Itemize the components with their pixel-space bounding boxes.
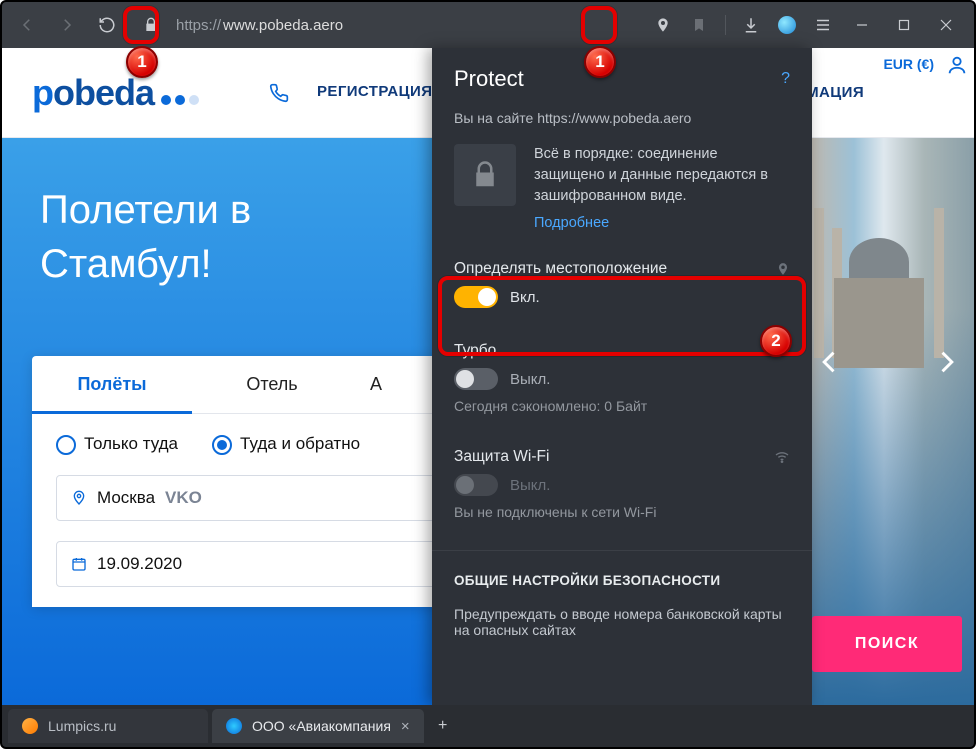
tab-hotel[interactable]: Отель (192, 356, 352, 413)
toolbar-divider (718, 8, 732, 42)
hero-line2: Стамбул! (40, 237, 251, 291)
hero-title: Полетели в Стамбул! (40, 183, 251, 291)
window-close[interactable] (926, 8, 966, 42)
date-from-value: 19.09.2020 (97, 554, 182, 574)
tab-pobeda[interactable]: ООО «Авиакомпания × (212, 709, 424, 743)
brand-dots-icon (161, 95, 199, 105)
reload-button[interactable] (90, 8, 124, 42)
protect-popup: Protect ? Вы на сайте https://www.pobeda… (432, 48, 812, 705)
lock-icon (454, 144, 516, 206)
bookmark-icon[interactable] (682, 8, 716, 42)
pin-icon (71, 490, 87, 506)
protect-title: Protect (454, 66, 524, 92)
protect-help-icon[interactable]: ? (781, 70, 790, 88)
turbo-toggle[interactable] (454, 368, 498, 390)
geolocation-title: Определять местоположение (454, 260, 667, 278)
currency-selector[interactable]: EUR (€) (883, 56, 934, 72)
calendar-icon (71, 556, 87, 572)
wifi-toggle (454, 474, 498, 496)
origin-code: VKO (165, 488, 202, 508)
turbo-saved: Сегодня сэкономлено: 0 Байт (454, 398, 790, 414)
radio-oneway[interactable]: Только туда (56, 434, 178, 455)
geolocation-state: Вкл. (510, 289, 540, 306)
tab-label: ООО «Авиакомпания (252, 718, 391, 734)
turbo-state: Выкл. (510, 371, 550, 388)
nav-register[interactable]: РЕГИСТРАЦИЯ (317, 83, 432, 103)
tab-label: Lumpics.ru (48, 718, 116, 734)
tab-close-button[interactable]: × (401, 718, 410, 735)
carousel-next-button[interactable] (922, 338, 970, 386)
profile-avatar[interactable] (770, 8, 804, 42)
radio-roundtrip[interactable]: Туда и обратно (212, 434, 360, 455)
protect-security-row: Всё в порядке: соединение защищено и дан… (454, 144, 790, 234)
origin-city: Москва (97, 488, 155, 508)
tab-auto[interactable]: А (352, 356, 412, 413)
setting-geolocation: Определять местоположение Вкл. (454, 252, 790, 316)
setting-wifi: Защита Wi-Fi Выкл. Вы не подключены к се… (454, 440, 790, 528)
browser-toolbar: https://www.pobeda.aero (2, 2, 974, 48)
geolocation-toggle[interactable] (454, 286, 498, 308)
wifi-state: Выкл. (510, 477, 550, 494)
favicon-icon (226, 718, 242, 734)
carousel-prev-button[interactable] (806, 338, 854, 386)
setting-turbo: Турбо Выкл. Сегодня сэкономлено: 0 Байт (454, 334, 790, 422)
general-security-title: ОБЩИЕ НАСТРОЙКИ БЕЗОПАСНОСТИ (454, 573, 790, 588)
search-button[interactable]: ПОИСК (812, 616, 962, 672)
new-tab-button[interactable]: + (428, 711, 458, 741)
account-icon[interactable] (946, 54, 968, 76)
step-badge-1: 1 (126, 46, 158, 78)
radio-oneway-label: Только туда (84, 434, 178, 453)
turbo-title: Турбо (454, 342, 496, 360)
brand-logo[interactable]: pobeda (32, 72, 199, 114)
card-warning-option[interactable]: Предупреждать о вводе номера банковской … (454, 606, 790, 638)
browser-menu-icon[interactable] (806, 8, 840, 42)
location-permission-icon[interactable] (646, 8, 680, 42)
protect-secure-msg: Всё в порядке: соединение защищено и дан… (534, 146, 768, 204)
radio-roundtrip-label: Туда и обратно (240, 434, 360, 453)
window-maximize[interactable] (884, 8, 924, 42)
tab-bar: Lumpics.ru ООО «Авиакомпания × + (2, 705, 974, 747)
window-minimize[interactable] (842, 8, 882, 42)
wifi-hint: Вы не подключены к сети Wi-Fi (454, 504, 790, 520)
pin-small-icon (776, 262, 790, 276)
main-nav: РЕГИСТРАЦИЯ (269, 83, 432, 103)
tab-flights[interactable]: Полёты (32, 356, 192, 413)
step-badge-1: 1 (584, 46, 616, 78)
protect-more-link[interactable]: Подробнее (534, 213, 609, 234)
tab-lumpics[interactable]: Lumpics.ru (8, 709, 208, 743)
nav-back-button[interactable] (10, 8, 44, 42)
favicon-icon (22, 718, 38, 734)
popup-divider (432, 550, 812, 551)
protect-site-info: Вы на сайте https://www.pobeda.aero (454, 110, 790, 126)
site-lock-icon[interactable] (134, 8, 168, 42)
address-bar[interactable]: https://www.pobeda.aero (174, 17, 640, 34)
hero-line1: Полетели в (40, 183, 251, 237)
wifi-title: Защита Wi-Fi (454, 448, 549, 466)
step-badge-2: 2 (760, 325, 792, 357)
toolbar-right (646, 8, 966, 42)
nav-forward-button[interactable] (50, 8, 84, 42)
url-host: www.pobeda.aero (223, 17, 343, 34)
wifi-icon (774, 449, 790, 465)
brand-p: p (32, 72, 53, 113)
url-scheme: https:// (176, 17, 221, 34)
phone-icon[interactable] (269, 83, 289, 103)
downloads-icon[interactable] (734, 8, 768, 42)
